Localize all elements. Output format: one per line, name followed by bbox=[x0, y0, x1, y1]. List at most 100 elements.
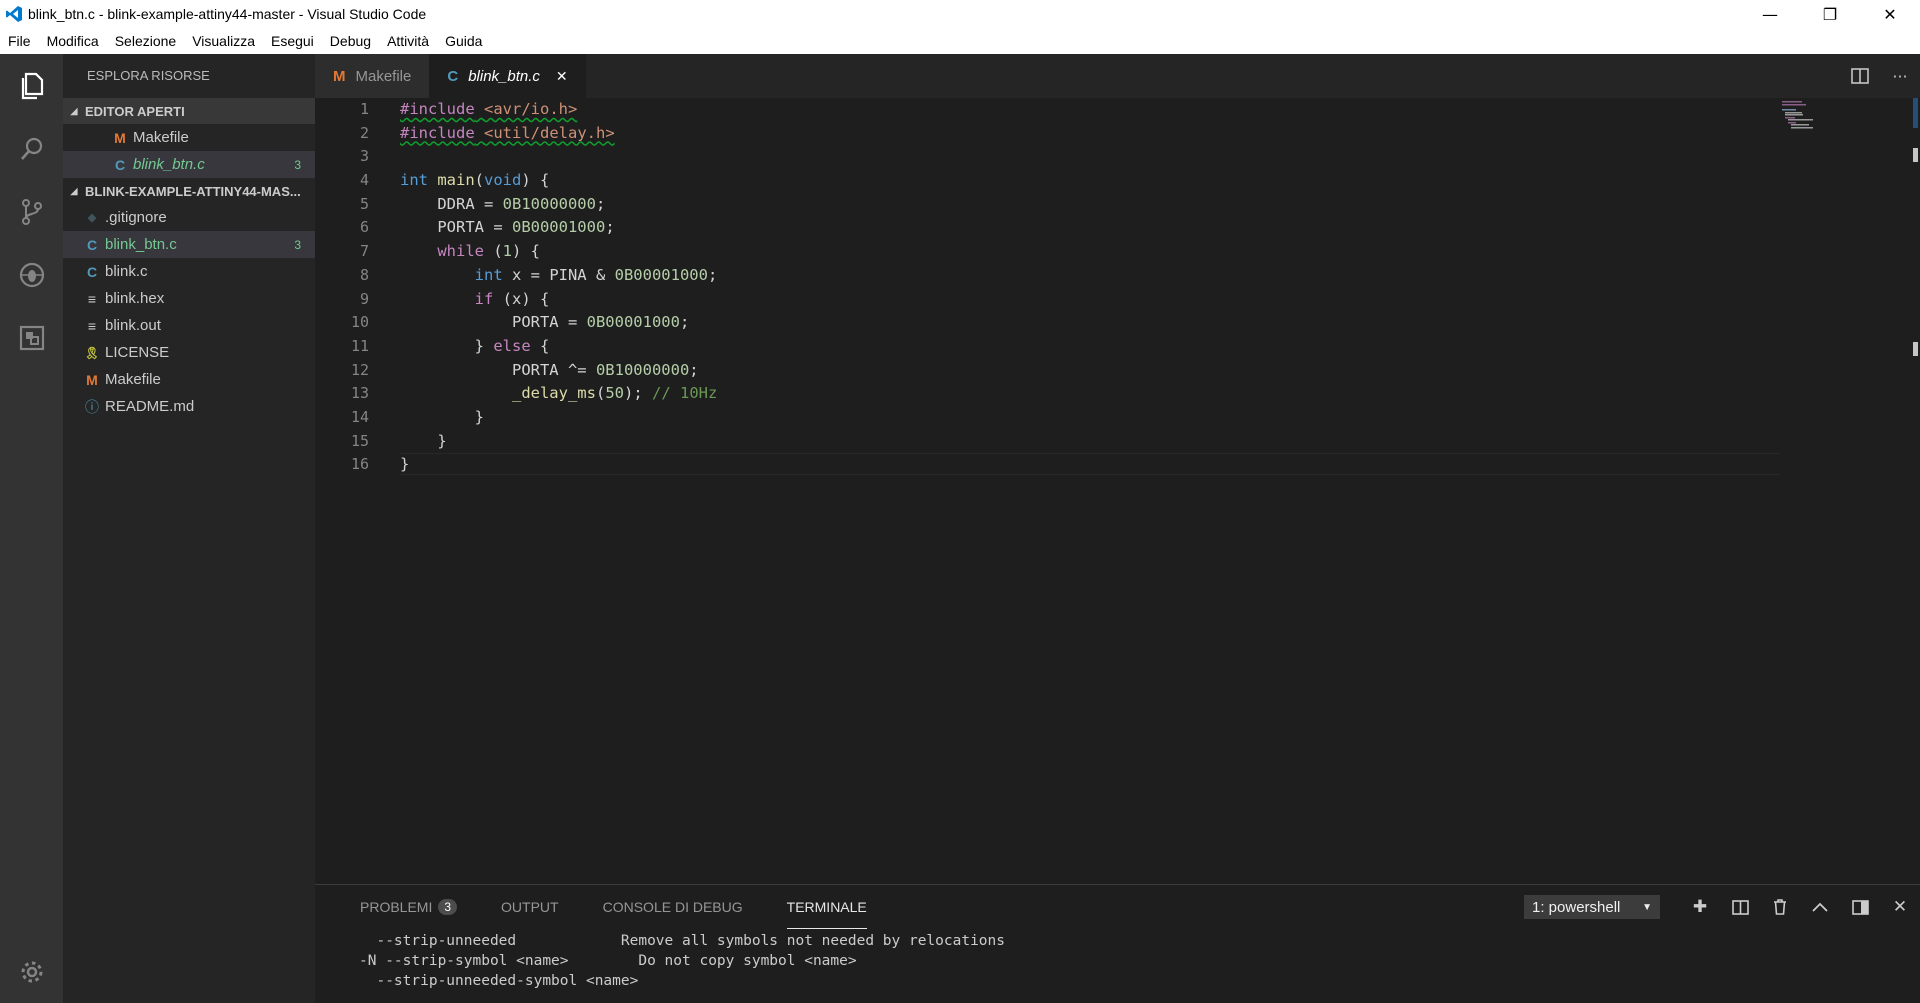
menu-visualizza[interactable]: Visualizza bbox=[184, 33, 263, 49]
line-number-gutter: 1 2 3 4 5 6 7 8 9 10 11 12 13 14 15 16 bbox=[315, 98, 375, 477]
terminal-line: -N --strip-symbol <name> Do not copy sym… bbox=[359, 953, 857, 969]
settings-gear-icon[interactable] bbox=[0, 940, 63, 1003]
code-line: #include <util/delay.h> bbox=[400, 123, 615, 142]
vscode-logo-icon bbox=[4, 4, 24, 24]
trash-icon[interactable] bbox=[1760, 899, 1800, 915]
tree-item-blink-hex[interactable]: ≡ blink.hex bbox=[63, 285, 315, 312]
terminal-select[interactable]: 1: powershell ▼ bbox=[1524, 895, 1660, 919]
maximize-panel-icon[interactable] bbox=[1800, 902, 1840, 912]
tab-terminal-label: TERMINALE bbox=[786, 898, 867, 915]
problems-count-badge: 3 bbox=[438, 899, 458, 915]
problem-count-badge: 3 bbox=[294, 157, 301, 172]
code-editor[interactable]: 1 2 3 4 5 6 7 8 9 10 11 12 13 14 15 16 #… bbox=[315, 98, 1920, 884]
code-line: int main(void) { bbox=[400, 171, 550, 190]
tree-item-readme[interactable]: ⓘ README.md bbox=[63, 393, 315, 420]
menu-selezione[interactable]: Selezione bbox=[107, 33, 185, 49]
file-label: README.md bbox=[105, 398, 195, 415]
split-terminal-icon[interactable] bbox=[1720, 899, 1760, 915]
close-window-button[interactable]: ✕ bbox=[1860, 0, 1920, 28]
code-line: DDRA = 0B10000000; bbox=[400, 194, 606, 213]
close-panel-icon[interactable]: ✕ bbox=[1880, 897, 1920, 917]
explorer-icon[interactable] bbox=[0, 54, 63, 117]
tab-problems[interactable]: PROBLEMI 3 bbox=[360, 885, 458, 929]
code-line: if (x) { bbox=[474, 289, 550, 308]
tab-makefile[interactable]: M Makefile bbox=[315, 54, 430, 98]
tree-item-gitignore[interactable]: ◆ .gitignore bbox=[63, 204, 315, 231]
line-number: 2 bbox=[359, 123, 369, 142]
project-folder-header[interactable]: ◢ BLINK-EXAMPLE-ATTINY44-MAS... bbox=[63, 178, 315, 204]
code-line: while (1) { bbox=[437, 242, 541, 261]
line-number: 6 bbox=[359, 218, 369, 237]
minimap[interactable] bbox=[1782, 100, 1822, 130]
code-line: #include <avr/io.h> bbox=[400, 100, 578, 118]
tab-debug-console[interactable]: CONSOLE DI DEBUG bbox=[603, 885, 743, 929]
tab-problems-label: PROBLEMI bbox=[360, 899, 433, 915]
collapse-arrow-icon: ◢ bbox=[70, 105, 78, 116]
problem-count-badge: 3 bbox=[294, 237, 301, 252]
collapse-arrow-icon: ◢ bbox=[70, 185, 78, 196]
terminal-output[interactable]: --strip-unneeded Remove all symbols not … bbox=[315, 931, 1920, 991]
tree-item-blink-out[interactable]: ≡ blink.out bbox=[63, 312, 315, 339]
text-file-icon: ≡ bbox=[87, 290, 97, 307]
scroll-viewport-marker bbox=[1913, 98, 1918, 128]
source-control-icon[interactable] bbox=[0, 180, 63, 243]
tree-item-makefile[interactable]: M Makefile bbox=[63, 366, 315, 393]
tree-item-blink-c[interactable]: C blink.c bbox=[63, 258, 315, 285]
license-icon: 🎗 bbox=[84, 345, 100, 360]
code-line: PORTA = 0B00001000; bbox=[400, 313, 690, 332]
open-editor-item-makefile[interactable]: M Makefile bbox=[63, 124, 315, 151]
extensions-icon[interactable] bbox=[0, 306, 63, 369]
line-number: 3 bbox=[359, 147, 369, 166]
c-file-icon: C bbox=[447, 67, 459, 85]
split-editor-icon[interactable] bbox=[1840, 68, 1880, 84]
terminal-select-value: 1: powershell bbox=[1532, 898, 1621, 916]
new-terminal-icon[interactable]: ✚ bbox=[1680, 897, 1720, 917]
menu-modifica[interactable]: Modifica bbox=[39, 33, 107, 49]
makefile-icon: M bbox=[114, 129, 126, 146]
bottom-panel: PROBLEMI 3 OUTPUT CONSOLE DI DEBUG TERMI… bbox=[315, 884, 1920, 1003]
terminal-line: --strip-unneeded Remove all symbols not … bbox=[359, 933, 1006, 949]
line-number: 14 bbox=[350, 407, 369, 426]
close-tab-icon[interactable]: ✕ bbox=[556, 68, 568, 85]
tree-item-blink-btn[interactable]: C blink_btn.c 3 bbox=[63, 231, 315, 258]
more-actions-icon[interactable]: ··· bbox=[1880, 67, 1920, 86]
menu-file[interactable]: File bbox=[0, 33, 39, 49]
menu-attivita[interactable]: Attività bbox=[379, 33, 437, 49]
menu-esegui[interactable]: Esegui bbox=[263, 33, 322, 49]
line-number: 16 bbox=[350, 455, 369, 474]
c-file-icon: C bbox=[86, 236, 98, 253]
file-label: blink.out bbox=[105, 317, 161, 334]
open-editors-header[interactable]: ◢ EDITOR APERTI bbox=[63, 98, 315, 124]
scroll-marker bbox=[1913, 148, 1918, 162]
line-number: 1 bbox=[359, 100, 369, 118]
editor-scrollbar[interactable] bbox=[1910, 98, 1920, 884]
file-label: blink_btn.c bbox=[133, 156, 205, 173]
explorer-sidebar: ESPLORA RISORSE ◢ EDITOR APERTI M Makefi… bbox=[63, 54, 315, 1003]
tab-label: blink_btn.c bbox=[468, 67, 540, 85]
menu-debug[interactable]: Debug bbox=[322, 33, 379, 49]
toggle-panel-position-icon[interactable] bbox=[1840, 899, 1880, 915]
sidebar-title: ESPLORA RISORSE bbox=[87, 68, 210, 83]
code-line: _delay_ms(50); // 10Hz bbox=[511, 384, 718, 403]
tab-output[interactable]: OUTPUT bbox=[501, 885, 559, 929]
open-editor-item-blink-btn[interactable]: C blink_btn.c 3 bbox=[63, 151, 315, 178]
code-line: PORTA = 0B00001000; bbox=[400, 218, 615, 237]
file-label: LICENSE bbox=[105, 344, 170, 361]
tree-item-license[interactable]: 🎗 LICENSE bbox=[63, 339, 315, 366]
minimize-button[interactable]: — bbox=[1740, 0, 1800, 28]
line-number: 8 bbox=[359, 265, 369, 284]
code-line: int x = PINA & 0B00001000; bbox=[474, 265, 718, 284]
open-editors-label: EDITOR APERTI bbox=[85, 103, 185, 119]
tab-blink-btn[interactable]: C blink_btn.c ✕ bbox=[429, 54, 586, 98]
search-icon[interactable] bbox=[0, 117, 63, 180]
project-folder-label: BLINK-EXAMPLE-ATTINY44-MAS... bbox=[85, 183, 301, 199]
line-number: 13 bbox=[350, 384, 369, 403]
tab-terminal[interactable]: TERMINALE bbox=[786, 885, 867, 929]
menu-guida[interactable]: Guida bbox=[437, 33, 490, 49]
file-label: Makefile bbox=[105, 371, 161, 388]
debug-icon[interactable] bbox=[0, 243, 63, 306]
makefile-icon: M bbox=[333, 67, 346, 85]
restore-button[interactable]: ❐ bbox=[1800, 0, 1860, 28]
line-number: 7 bbox=[359, 242, 369, 261]
